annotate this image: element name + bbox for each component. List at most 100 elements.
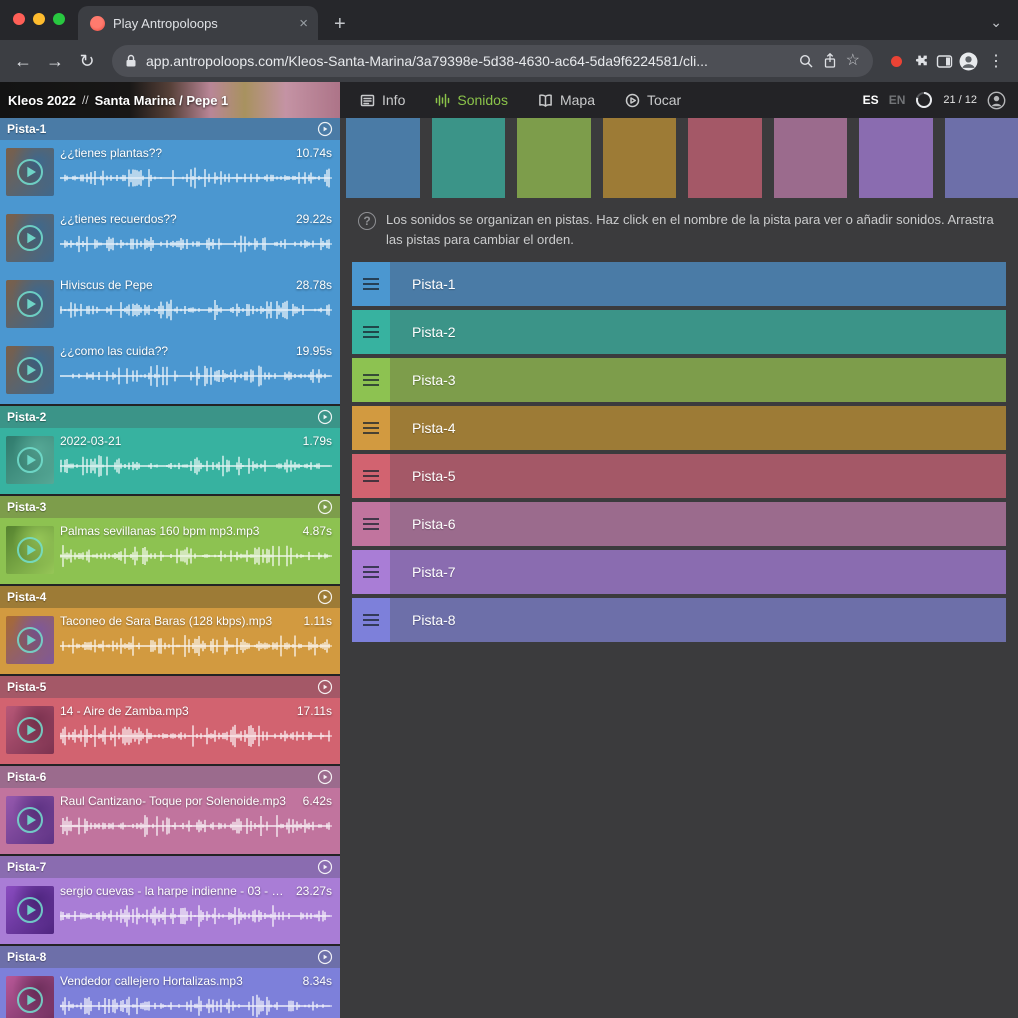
- track-bar[interactable]: Pista-7: [352, 550, 1006, 594]
- clip-thumbnail[interactable]: [6, 148, 54, 196]
- track-play-button[interactable]: [317, 589, 333, 605]
- clip-play-icon[interactable]: [15, 355, 45, 385]
- clip-thumbnail[interactable]: [6, 796, 54, 844]
- lang-en[interactable]: EN: [889, 93, 906, 107]
- new-tab-button[interactable]: +: [318, 14, 346, 40]
- clip-play-icon[interactable]: [15, 157, 45, 187]
- drag-handle-icon[interactable]: [352, 262, 390, 306]
- track-bar[interactable]: Pista-8: [352, 598, 1006, 642]
- browser-tab[interactable]: Play Antropoloops ×: [78, 6, 318, 40]
- track-header[interactable]: Pista-6: [0, 766, 340, 788]
- track-bar[interactable]: Pista-6: [352, 502, 1006, 546]
- drag-handle-icon[interactable]: [352, 502, 390, 546]
- drag-handle-icon[interactable]: [352, 358, 390, 402]
- track-bar[interactable]: Pista-4: [352, 406, 1006, 450]
- track-header[interactable]: Pista-3: [0, 496, 340, 518]
- clip-thumbnail[interactable]: [6, 436, 54, 484]
- clip-thumbnail[interactable]: [6, 886, 54, 934]
- track-swatch[interactable]: [603, 118, 677, 198]
- track-header[interactable]: Pista-4: [0, 586, 340, 608]
- clip-play-icon[interactable]: [15, 625, 45, 655]
- track-swatch[interactable]: [774, 118, 848, 198]
- clip[interactable]: Vendedor callejero Hortalizas.mp3 8.34s: [0, 968, 340, 1018]
- clip[interactable]: Hiviscus de Pepe 28.78s: [0, 272, 340, 338]
- bookmark-star-icon[interactable]: ☆: [846, 53, 860, 69]
- clip[interactable]: sergio cuevas - la harpe indienne - 03 -…: [0, 878, 340, 944]
- zoom-icon[interactable]: [799, 54, 814, 69]
- profile-avatar[interactable]: [959, 52, 978, 71]
- track-header[interactable]: Pista-2: [0, 406, 340, 428]
- breadcrumb-path[interactable]: Santa Marina / Pepe 1: [95, 93, 229, 108]
- browser-menu-icon[interactable]: ⋮: [984, 51, 1008, 71]
- clip-play-icon[interactable]: [15, 289, 45, 319]
- track-swatch[interactable]: [346, 118, 420, 198]
- side-panel-icon[interactable]: [936, 54, 953, 69]
- address-bar[interactable]: app.antropoloops.com/Kleos-Santa-Marina/…: [112, 45, 873, 77]
- clip-thumbnail[interactable]: [6, 706, 54, 754]
- share-icon[interactable]: [823, 53, 837, 69]
- nav-tocar[interactable]: Tocar: [625, 92, 681, 108]
- clip-play-icon[interactable]: [15, 985, 45, 1015]
- track-play-button[interactable]: [317, 499, 333, 515]
- nav-sonidos[interactable]: Sonidos: [435, 92, 508, 108]
- track-bar[interactable]: Pista-1: [352, 262, 1006, 306]
- clip[interactable]: ¿¿tienes recuerdos?? 29.22s: [0, 206, 340, 272]
- track-swatch[interactable]: [432, 118, 506, 198]
- recording-extension-icon[interactable]: [891, 56, 902, 67]
- account-icon[interactable]: [987, 91, 1006, 110]
- extensions-puzzle-icon[interactable]: [914, 53, 930, 69]
- track-play-button[interactable]: [317, 859, 333, 875]
- clip-thumbnail[interactable]: [6, 526, 54, 574]
- tab-search-chevron-icon[interactable]: ⌄: [990, 14, 1002, 31]
- track-header[interactable]: Pista-1: [0, 118, 340, 140]
- track-swatch[interactable]: [688, 118, 762, 198]
- clip-thumbnail[interactable]: [6, 346, 54, 394]
- track-swatch[interactable]: [859, 118, 933, 198]
- track-bar[interactable]: Pista-5: [352, 454, 1006, 498]
- track-header[interactable]: Pista-5: [0, 676, 340, 698]
- track-bar[interactable]: Pista-2: [352, 310, 1006, 354]
- clip[interactable]: Taconeo de Sara Baras (128 kbps).mp3 1.1…: [0, 608, 340, 674]
- nav-mapa[interactable]: Mapa: [538, 92, 595, 108]
- nav-info[interactable]: Info: [360, 92, 405, 108]
- drag-handle-icon[interactable]: [352, 598, 390, 642]
- track-play-button[interactable]: [317, 769, 333, 785]
- clip-play-icon[interactable]: [15, 895, 45, 925]
- clip-thumbnail[interactable]: [6, 214, 54, 262]
- track-play-button[interactable]: [317, 121, 333, 137]
- track-header[interactable]: Pista-7: [0, 856, 340, 878]
- clip[interactable]: 14 - Aire de Zamba.mp3 17.11s: [0, 698, 340, 764]
- clip-thumbnail[interactable]: [6, 616, 54, 664]
- minimize-window-button[interactable]: [33, 13, 45, 25]
- clip[interactable]: 2022-03-21 1.79s: [0, 428, 340, 494]
- clip[interactable]: Raul Cantizano- Toque por Solenoide.mp3 …: [0, 788, 340, 854]
- clip-thumbnail[interactable]: [6, 976, 54, 1018]
- drag-handle-icon[interactable]: [352, 406, 390, 450]
- track-swatch[interactable]: [945, 118, 1018, 198]
- clip[interactable]: Palmas sevillanas 160 bpm mp3.mp3 4.87s: [0, 518, 340, 584]
- track-header[interactable]: Pista-8: [0, 946, 340, 968]
- breadcrumb[interactable]: Kleos 2022 // Santa Marina / Pepe 1: [0, 82, 340, 118]
- tab-close-icon[interactable]: ×: [297, 14, 310, 33]
- clip-play-icon[interactable]: [15, 223, 45, 253]
- track-play-button[interactable]: [317, 949, 333, 965]
- forward-button[interactable]: →: [42, 52, 68, 70]
- back-button[interactable]: ←: [10, 52, 36, 70]
- close-window-button[interactable]: [13, 13, 25, 25]
- breadcrumb-project[interactable]: Kleos 2022: [8, 93, 76, 108]
- fullscreen-window-button[interactable]: [53, 13, 65, 25]
- clip-thumbnail[interactable]: [6, 280, 54, 328]
- track-play-button[interactable]: [317, 679, 333, 695]
- track-swatch[interactable]: [517, 118, 591, 198]
- drag-handle-icon[interactable]: [352, 310, 390, 354]
- clip-play-icon[interactable]: [15, 445, 45, 475]
- clip-play-icon[interactable]: [15, 715, 45, 745]
- reload-button[interactable]: ↻: [74, 52, 100, 70]
- clip-play-icon[interactable]: [15, 805, 45, 835]
- clip[interactable]: ¿¿como las cuida?? 19.95s: [0, 338, 340, 404]
- clip-play-icon[interactable]: [15, 535, 45, 565]
- drag-handle-icon[interactable]: [352, 454, 390, 498]
- track-play-button[interactable]: [317, 409, 333, 425]
- drag-handle-icon[interactable]: [352, 550, 390, 594]
- track-bar[interactable]: Pista-3: [352, 358, 1006, 402]
